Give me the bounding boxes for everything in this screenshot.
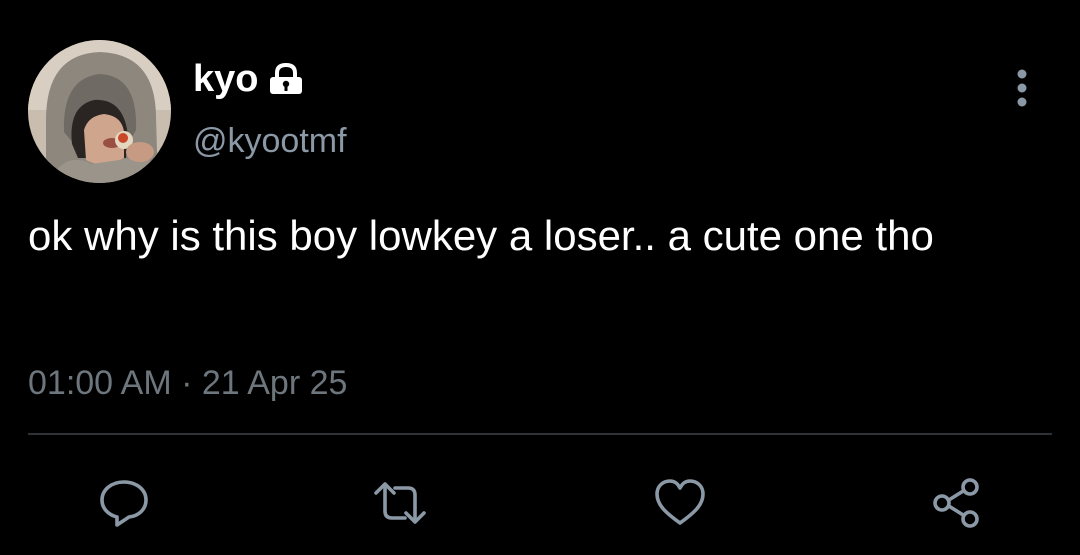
heart-icon (655, 479, 705, 525)
like-button[interactable] (652, 475, 708, 531)
display-name-row[interactable]: kyo (193, 55, 304, 103)
share-icon (933, 478, 979, 528)
divider (28, 433, 1052, 435)
share-button[interactable] (928, 475, 984, 531)
tweet-text: ok why is this boy lowkey a loser.. a cu… (28, 212, 934, 259)
avatar-photo (28, 40, 171, 183)
retweet-button[interactable] (372, 475, 428, 531)
comment-icon (100, 480, 148, 527)
reply-button[interactable] (96, 475, 152, 531)
lock-icon (270, 63, 303, 94)
retweet-icon (374, 482, 426, 524)
user-handle[interactable]: @kyootmf (193, 119, 347, 163)
avatar[interactable] (28, 40, 171, 183)
tweet-timestamp[interactable]: 01:00 AM · 21 Apr 25 (28, 361, 347, 405)
display-name[interactable]: kyo (193, 55, 258, 103)
more-vertical-icon[interactable] (1008, 66, 1036, 110)
